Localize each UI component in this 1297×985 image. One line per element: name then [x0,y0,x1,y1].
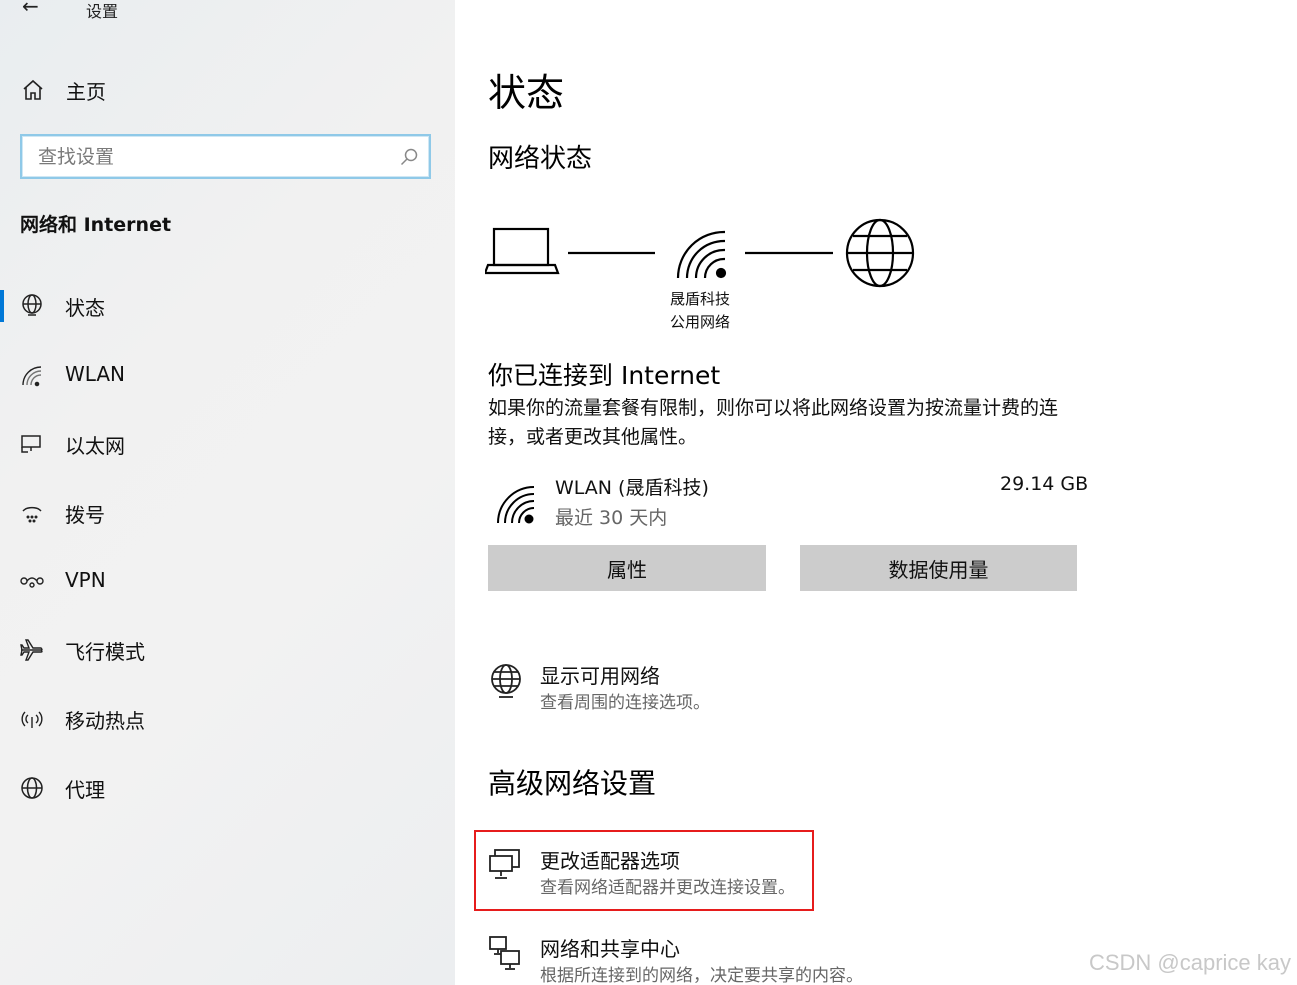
dialup-icon [19,500,45,526]
ethernet-icon [19,431,45,457]
network-name-line1: 晟盾科技 [669,290,730,308]
sidebar: ← 设置 主页 网络和 Internet [0,0,455,985]
search-icon[interactable] [399,147,419,171]
network-diagram [483,215,925,299]
show-networks-title: 显示可用网络 [540,664,660,688]
network-name: 晟盾科技 公用网络 [645,288,755,334]
wlan-usage-period: 最近 30 天内 [555,507,668,529]
laptop-icon [483,227,560,275]
sidebar-item-label: 状态 [65,296,105,320]
network-type: 公用网络 [669,313,730,331]
change-adapter-options-link[interactable]: 更改适配器选项 查看网络适配器并更改连接设置。 [485,845,1045,905]
sidebar-item-label: VPN [65,568,106,592]
main-content: 状态 网络状态 晟盾科技 公用网络 你已连接到 Internet 如果你的流量套… [455,0,1297,985]
search-box[interactable] [20,134,431,179]
proxy-globe-icon [19,775,45,801]
section-title: 网络和 Internet [20,214,172,236]
sidebar-item-label: 拨号 [65,503,105,527]
adapter-monitor-icon [487,847,523,887]
settings-window: ← 设置 主页 网络和 Internet [0,0,1297,985]
sidebar-item-label: 移动热点 [65,709,145,733]
wifi-signal-icon [676,230,727,279]
network-sharing-center-link[interactable]: 网络和共享中心 根据所连接到的网络，决定要共享的内容。 [485,933,1045,985]
sidebar-item-label: 代理 [65,778,105,802]
show-available-networks-link[interactable]: 显示可用网络 查看周围的连接选项。 [485,660,1045,720]
adapter-options-desc: 查看网络适配器并更改连接设置。 [540,878,795,898]
properties-button[interactable]: 属性 [488,545,766,591]
wifi-icon [19,363,45,389]
app-title: 设置 [86,2,119,21]
search-input[interactable] [22,136,392,177]
wlan-data-usage: 29.14 GB [1000,473,1089,495]
connected-description: 如果你的流量套餐有限制，则你可以将此网络设置为按流量计费的连接，或者更改其他属性… [488,397,1059,448]
hotspot-icon [19,706,45,732]
data-usage-button[interactable]: 数据使用量 [800,545,1077,591]
sidebar-item-dialup[interactable]: 拨号 [0,487,455,537]
back-arrow-icon[interactable]: ← [22,0,39,18]
home-icon [21,78,45,106]
sidebar-item-proxy[interactable]: 代理 [0,762,455,812]
vpn-icon [19,569,45,595]
sidebar-item-label: WLAN [65,362,126,386]
show-networks-desc: 查看周围的连接选项。 [540,693,710,713]
sidebar-home[interactable]: 主页 [0,68,455,112]
sharing-center-icon [487,935,525,977]
watermark: CSDN @caprice kay [1088,950,1291,975]
sidebar-item-label: 以太网 [65,434,125,458]
sidebar-item-wlan[interactable]: WLAN [0,350,455,400]
home-label: 主页 [66,80,106,104]
sidebar-item-hotspot[interactable]: 移动热点 [0,693,455,743]
sidebar-item-status[interactable]: 状态 [0,280,455,330]
wifi-icon [495,484,535,528]
network-status-heading: 网络状态 [488,144,593,174]
page-title: 状态 [488,71,565,115]
sharing-center-desc: 根据所连接到的网络，决定要共享的内容。 [540,966,863,985]
status-globe-icon [19,293,45,319]
sharing-center-title: 网络和共享中心 [540,937,680,961]
sidebar-item-airplane[interactable]: 飞行模式 [0,624,455,674]
network-globe-icon [487,662,525,704]
wlan-connection-name: WLAN (晟盾科技) [555,477,709,499]
airplane-icon [19,637,45,663]
connected-title: 你已连接到 Internet [488,361,721,390]
sidebar-item-vpn[interactable]: VPN [0,556,455,606]
sidebar-item-label: 飞行模式 [65,640,145,664]
internet-globe-icon [845,218,915,288]
adapter-options-title: 更改适配器选项 [540,849,680,873]
sidebar-item-ethernet[interactable]: 以太网 [0,418,455,468]
advanced-settings-heading: 高级网络设置 [488,767,657,800]
